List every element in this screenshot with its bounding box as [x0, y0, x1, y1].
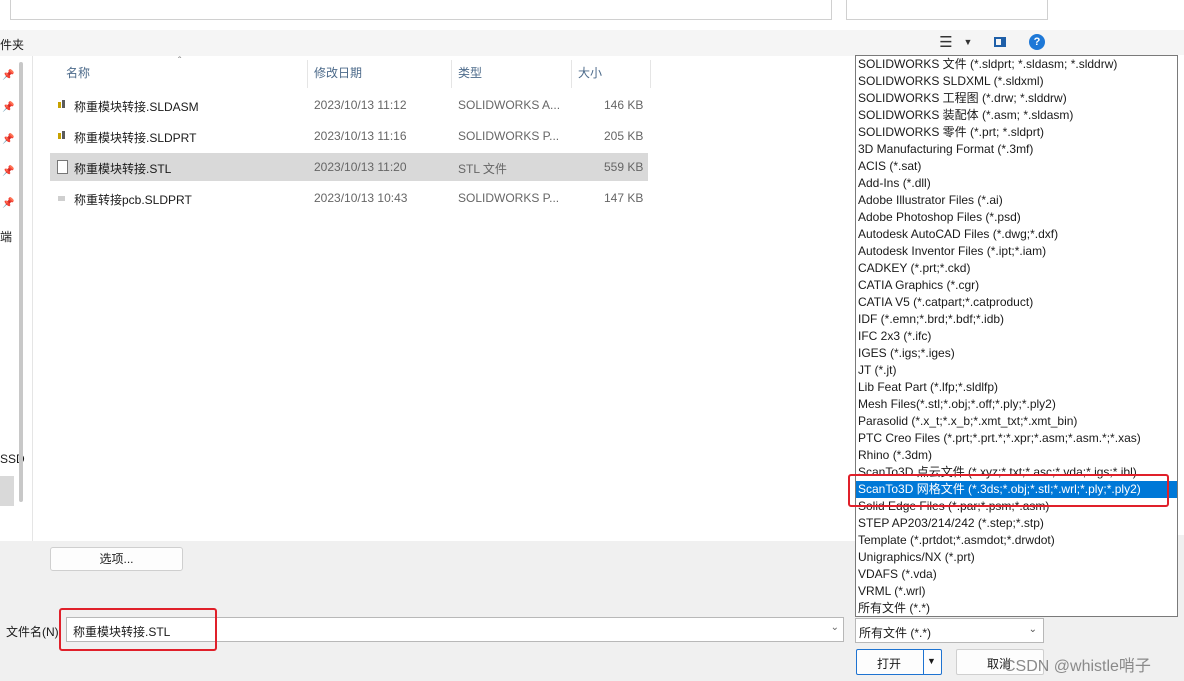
- file-type: SOLIDWORKS P...: [458, 129, 560, 143]
- watermark: CSDN @whistle哨子: [1004, 658, 1151, 675]
- pin-icon: 📌: [2, 166, 15, 177]
- file-size: 205 KB: [604, 129, 644, 143]
- file-type-option[interactable]: CATIA V5 (*.catpart;*.catproduct): [856, 294, 1177, 311]
- column-header-name[interactable]: 名称: [66, 64, 90, 81]
- file-name: 称重模块转接.SLDPRT: [74, 131, 197, 145]
- file-type-option[interactable]: SOLIDWORKS 装配体 (*.asm; *.sldasm): [856, 107, 1177, 124]
- file-type-filter[interactable]: 所有文件 (*.*) ⌄: [855, 618, 1044, 643]
- file-type-option[interactable]: Rhino (*.3dm): [856, 447, 1177, 464]
- file-size: 559 KB: [604, 160, 644, 174]
- filter-selected-value: 所有文件 (*.*): [859, 626, 932, 640]
- file-type-option[interactable]: 3D Manufacturing Format (*.3mf): [856, 141, 1177, 158]
- file-type-option[interactable]: 所有文件 (*.*): [856, 600, 1177, 616]
- address-bar[interactable]: [10, 0, 832, 20]
- file-icon: [57, 160, 68, 174]
- nav-item-fragment[interactable]: 端: [0, 228, 12, 245]
- pin-icon: 📌: [2, 102, 15, 113]
- chevron-down-icon[interactable]: ▼: [958, 33, 978, 51]
- file-type: SOLIDWORKS P...: [458, 191, 560, 205]
- solidworks-part-icon: [57, 191, 67, 204]
- chevron-down-icon[interactable]: ⌄: [1029, 624, 1037, 635]
- file-type-option[interactable]: SOLIDWORKS 零件 (*.prt; *.sldprt): [856, 124, 1177, 141]
- caret-down-icon[interactable]: ▼: [927, 656, 936, 666]
- file-type-option[interactable]: Autodesk Inventor Files (*.ipt;*.iam): [856, 243, 1177, 260]
- pin-icon: 📌: [2, 198, 15, 209]
- file-type-option[interactable]: SOLIDWORKS SLDXML (*.sldxml): [856, 73, 1177, 90]
- file-type-option[interactable]: STEP AP203/214/242 (*.step;*.stp): [856, 515, 1177, 532]
- address-strip: [0, 0, 1184, 31]
- file-type-option[interactable]: Adobe Photoshop Files (*.psd): [856, 209, 1177, 226]
- open-button[interactable]: 打开 ▼: [856, 649, 942, 675]
- navigation-pane: 📌 📌 📌 📌 📌 端 SSD: [0, 56, 33, 541]
- annotation-highlight-filename: [59, 608, 217, 651]
- file-type-option[interactable]: JT (*.jt): [856, 362, 1177, 379]
- file-type-option[interactable]: Adobe Illustrator Files (*.ai): [856, 192, 1177, 209]
- file-type-option[interactable]: SOLIDWORKS 工程图 (*.drw; *.slddrw): [856, 90, 1177, 107]
- file-type-option[interactable]: VDAFS (*.vda): [856, 566, 1177, 583]
- file-type-option[interactable]: Autodesk AutoCAD Files (*.dwg;*.dxf): [856, 226, 1177, 243]
- file-type-option[interactable]: IGES (*.igs;*.iges): [856, 345, 1177, 362]
- column-header-size[interactable]: 大小: [578, 64, 602, 81]
- options-button[interactable]: 选项...: [50, 547, 183, 571]
- file-size: 146 KB: [604, 98, 644, 112]
- file-type-option[interactable]: IDF (*.emn;*.brd;*.bdf;*.idb): [856, 311, 1177, 328]
- file-type-option[interactable]: Unigraphics/NX (*.prt): [856, 549, 1177, 566]
- chevron-down-icon[interactable]: ⌄: [831, 622, 839, 633]
- file-type-option[interactable]: SOLIDWORKS 文件 (*.sldprt; *.sldasm; *.sld…: [856, 56, 1177, 73]
- file-row[interactable]: 称重转接pcb.SLDPRT 2023/10/13 10:43 SOLIDWOR…: [50, 184, 648, 212]
- file-type-option[interactable]: CADKEY (*.prt;*.ckd): [856, 260, 1177, 277]
- file-type-option[interactable]: Lib Feat Part (*.lfp;*.sldlfp): [856, 379, 1177, 396]
- search-box[interactable]: [846, 0, 1048, 20]
- file-name: 称重模块转接.SLDASM: [74, 100, 199, 114]
- file-row-selected[interactable]: 称重模块转接.STL 2023/10/13 11:20 STL 文件 559 K…: [50, 153, 648, 181]
- file-type-option[interactable]: Add-Ins (*.dll): [856, 175, 1177, 192]
- column-header-modified[interactable]: 修改日期: [314, 64, 362, 81]
- file-list: 名称 ˆ 修改日期 类型 大小 称重模块转接.SLDASM 2023/10/13…: [33, 56, 855, 541]
- sort-ascending-icon: ˆ: [178, 56, 182, 67]
- file-type-option[interactable]: Parasolid (*.x_t;*.x_b;*.xmt_txt;*.xmt_b…: [856, 413, 1177, 430]
- solidworks-assembly-icon: [57, 98, 67, 111]
- file-type-option[interactable]: CATIA Graphics (*.cgr): [856, 277, 1177, 294]
- file-name: 称重模块转接.STL: [74, 162, 172, 176]
- file-modified: 2023/10/13 10:43: [314, 191, 408, 205]
- file-name: 称重转接pcb.SLDPRT: [74, 193, 192, 207]
- filename-label: 文件名(N):: [6, 625, 62, 639]
- pin-icon: 📌: [2, 70, 15, 81]
- file-size: 147 KB: [604, 191, 644, 205]
- file-modified: 2023/10/13 11:20: [314, 160, 407, 174]
- file-type-option[interactable]: Mesh Files(*.stl;*.obj;*.off;*.ply;*.ply…: [856, 396, 1177, 413]
- file-type: STL 文件: [458, 162, 507, 176]
- file-type-option[interactable]: Template (*.prtdot;*.asmdot;*.drwdot): [856, 532, 1177, 549]
- view-options-icon[interactable]: ☰: [936, 33, 956, 51]
- nav-selected-item[interactable]: [0, 476, 14, 506]
- pin-icon: 📌: [2, 134, 15, 145]
- file-type-option[interactable]: VRML (*.wrl): [856, 583, 1177, 600]
- file-row[interactable]: 称重模块转接.SLDPRT 2023/10/13 11:16 SOLIDWORK…: [50, 122, 648, 150]
- file-modified: 2023/10/13 11:12: [314, 98, 407, 112]
- file-type-option[interactable]: IFC 2x3 (*.ifc): [856, 328, 1177, 345]
- solidworks-part-icon: [57, 129, 67, 142]
- column-header-type[interactable]: 类型: [458, 64, 482, 81]
- file-modified: 2023/10/13 11:16: [314, 129, 407, 143]
- file-type-option[interactable]: ACIS (*.sat): [856, 158, 1177, 175]
- file-type-option[interactable]: PTC Creo Files (*.prt;*.prt.*;*.xpr;*.as…: [856, 430, 1177, 447]
- file-type: SOLIDWORKS A...: [458, 98, 561, 112]
- new-folder-label[interactable]: 件夹: [0, 36, 24, 53]
- preview-pane-icon[interactable]: [990, 33, 1010, 51]
- annotation-highlight-scanto3d: [848, 474, 1169, 507]
- help-icon[interactable]: ?: [1027, 33, 1047, 51]
- file-type-dropdown-list[interactable]: SOLIDWORKS 文件 (*.sldprt; *.sldasm; *.sld…: [855, 55, 1178, 617]
- file-row[interactable]: 称重模块转接.SLDASM 2023/10/13 11:12 SOLIDWORK…: [50, 91, 648, 119]
- open-button-label: 打开: [877, 657, 902, 671]
- nav-scrollbar[interactable]: [19, 62, 23, 502]
